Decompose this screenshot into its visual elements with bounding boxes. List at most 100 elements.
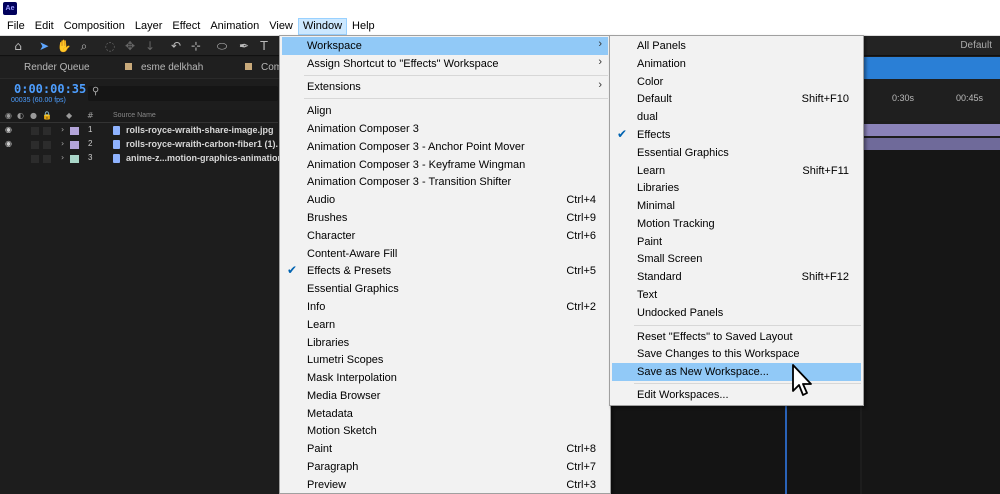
- menu-item-essential-graphics[interactable]: Essential Graphics: [282, 280, 608, 298]
- menu-item-lumetri-scopes[interactable]: Lumetri Scopes: [282, 351, 608, 369]
- layer-name[interactable]: rolls-royce-wraith-carbon-fiber1 (1).: [126, 139, 278, 149]
- menu-view[interactable]: View: [264, 18, 298, 35]
- workspace-animation[interactable]: Animation: [612, 55, 861, 73]
- dolly-tool-icon[interactable]: ↓: [142, 38, 158, 54]
- menu-item-libraries[interactable]: Libraries: [282, 334, 608, 352]
- menu-item-brushes[interactable]: Brushes Ctrl+9: [282, 209, 608, 227]
- menu-effect[interactable]: Effect: [167, 18, 205, 35]
- selection-tool-icon[interactable]: ➤: [36, 38, 52, 54]
- eye-icon[interactable]: ◉: [5, 125, 12, 134]
- type-tool-icon[interactable]: T: [256, 38, 272, 54]
- menu-item-anchor-point-mover[interactable]: Animation Composer 3 - Anchor Point Move…: [282, 138, 608, 156]
- layer-row[interactable]: ◉ › 2 rolls-royce-wraith-carbon-fiber1 (…: [0, 138, 278, 152]
- menu-window[interactable]: Window: [297, 17, 348, 35]
- menu-item-extensions[interactable]: Extensions ›: [282, 78, 608, 96]
- tab-comp[interactable]: Com: [245, 62, 282, 73]
- workspace-paint[interactable]: Paint: [612, 233, 861, 251]
- menu-item-info[interactable]: Info Ctrl+2: [282, 298, 608, 316]
- tab-render-queue[interactable]: Render Queue: [24, 62, 90, 73]
- workspace-text[interactable]: Text: [612, 286, 861, 304]
- menu-file[interactable]: File: [2, 18, 30, 35]
- layer-duration-bar[interactable]: [862, 138, 1000, 150]
- source-name-header: Source Name: [113, 112, 156, 119]
- menu-item-effects-presets[interactable]: ✔ Effects & Presets Ctrl+5: [282, 262, 608, 280]
- menu-item-media-browser[interactable]: Media Browser: [282, 387, 608, 405]
- menu-item-preview[interactable]: Preview Ctrl+3: [282, 476, 608, 494]
- layer-duration-bar[interactable]: [862, 124, 1000, 136]
- lock-switch[interactable]: [43, 141, 51, 149]
- workspace-save-as-new[interactable]: Save as New Workspace...: [612, 363, 861, 381]
- layer-name[interactable]: rolls-royce-wraith-share-image.jpg: [126, 125, 274, 135]
- orbit-tool-icon[interactable]: ◌: [102, 38, 118, 54]
- label-color[interactable]: [70, 127, 79, 135]
- solo-switch[interactable]: [31, 127, 39, 135]
- workspace-libraries[interactable]: Libraries: [612, 179, 861, 197]
- pen-tool-icon[interactable]: ✒: [236, 38, 252, 54]
- workspace-all-panels[interactable]: All Panels: [612, 37, 861, 55]
- workspace-learn[interactable]: Learn Shift+F11: [612, 162, 861, 180]
- eye-icon[interactable]: ◉: [5, 139, 12, 148]
- menu-composition[interactable]: Composition: [59, 18, 130, 35]
- menu-item-audio[interactable]: Audio Ctrl+4: [282, 191, 608, 209]
- menu-item-mask-interpolation[interactable]: Mask Interpolation: [282, 369, 608, 387]
- workspace-edit-workspaces[interactable]: Edit Workspaces...: [612, 386, 861, 404]
- chevron-right-icon[interactable]: ›: [61, 139, 64, 148]
- workspace-standard[interactable]: Standard Shift+F12: [612, 268, 861, 286]
- workspace-effects[interactable]: ✔ Effects: [612, 126, 861, 144]
- menu-item-transition-shifter[interactable]: Animation Composer 3 - Transition Shifte…: [282, 173, 608, 191]
- workspace-reset[interactable]: Reset "Effects" to Saved Layout: [612, 328, 861, 346]
- solo-switch[interactable]: [31, 155, 39, 163]
- layer-search-input[interactable]: ⚲: [88, 86, 278, 101]
- menu-item-motion-sketch[interactable]: Motion Sketch: [282, 422, 608, 440]
- workspace-dual[interactable]: dual: [612, 108, 861, 126]
- workspace-motion-tracking[interactable]: Motion Tracking: [612, 215, 861, 233]
- time-ruler[interactable]: 0:30s 00:45s: [862, 79, 1000, 121]
- menu-item-animation-composer[interactable]: Animation Composer 3: [282, 120, 608, 138]
- pan-tool-icon[interactable]: ✥: [122, 38, 138, 54]
- menu-item-learn[interactable]: Learn: [282, 316, 608, 334]
- menu-edit[interactable]: Edit: [30, 18, 59, 35]
- home-icon[interactable]: ⌂: [10, 38, 26, 54]
- chevron-right-icon[interactable]: ›: [61, 153, 64, 162]
- menu-item-paragraph[interactable]: Paragraph Ctrl+7: [282, 458, 608, 476]
- layer-name[interactable]: anime-z...motion-graphics-animation: [126, 153, 283, 163]
- workspace-minimal[interactable]: Minimal: [612, 197, 861, 215]
- chevron-right-icon[interactable]: ›: [61, 125, 64, 134]
- workspace-essential-graphics[interactable]: Essential Graphics: [612, 144, 861, 162]
- rotate-tool-icon[interactable]: ↶: [168, 38, 184, 54]
- menu-item-paint[interactable]: Paint Ctrl+8: [282, 440, 608, 458]
- menu-help[interactable]: Help: [347, 18, 380, 35]
- layer-row[interactable]: ◉ › 1 rolls-royce-wraith-share-image.jpg: [0, 124, 278, 138]
- label-color[interactable]: [70, 141, 79, 149]
- composition-color-swatch: [245, 63, 252, 70]
- ruler-label: 0:30s: [892, 93, 915, 103]
- menu-animation[interactable]: Animation: [205, 18, 264, 35]
- workspace-default[interactable]: Default Shift+F10: [612, 90, 861, 108]
- lock-icon: 🔒: [42, 111, 52, 120]
- menu-item-keyframe-wingman[interactable]: Animation Composer 3 - Keyframe Wingman: [282, 156, 608, 174]
- zoom-tool-icon[interactable]: ⌕: [76, 38, 92, 54]
- menu-layer[interactable]: Layer: [130, 18, 168, 35]
- tab-esme-delkhah[interactable]: esme delkhah: [125, 62, 203, 73]
- solo-switch[interactable]: [31, 141, 39, 149]
- menu-item-align[interactable]: Align: [282, 102, 608, 120]
- ellipse-tool-icon[interactable]: ⬭: [214, 38, 230, 54]
- lock-switch[interactable]: [43, 127, 51, 135]
- menu-item-character[interactable]: Character Ctrl+6: [282, 227, 608, 245]
- workspace-color[interactable]: Color: [612, 73, 861, 91]
- workspace-undocked-panels[interactable]: Undocked Panels: [612, 304, 861, 322]
- menu-item-content-aware-fill[interactable]: Content-Aware Fill: [282, 245, 608, 263]
- workspace-default-label[interactable]: Default: [960, 40, 992, 51]
- label-color[interactable]: [70, 155, 79, 163]
- workspace-small-screen[interactable]: Small Screen: [612, 250, 861, 268]
- menu-item-workspace[interactable]: Workspace ›: [282, 37, 608, 55]
- menu-item-assign-shortcut[interactable]: Assign Shortcut to "Effects" Workspace ›: [282, 55, 608, 73]
- search-icon: ⚲: [92, 86, 100, 97]
- pan-behind-tool-icon[interactable]: ⊹: [188, 38, 204, 54]
- layer-row[interactable]: › 3 anime-z...motion-graphics-animation: [0, 152, 283, 166]
- current-time-display[interactable]: 0:00:00:35: [14, 82, 86, 96]
- menu-item-metadata[interactable]: Metadata: [282, 405, 608, 423]
- workspace-save-changes[interactable]: Save Changes to this Workspace: [612, 345, 861, 363]
- hand-tool-icon[interactable]: ✋: [56, 38, 72, 54]
- lock-switch[interactable]: [43, 155, 51, 163]
